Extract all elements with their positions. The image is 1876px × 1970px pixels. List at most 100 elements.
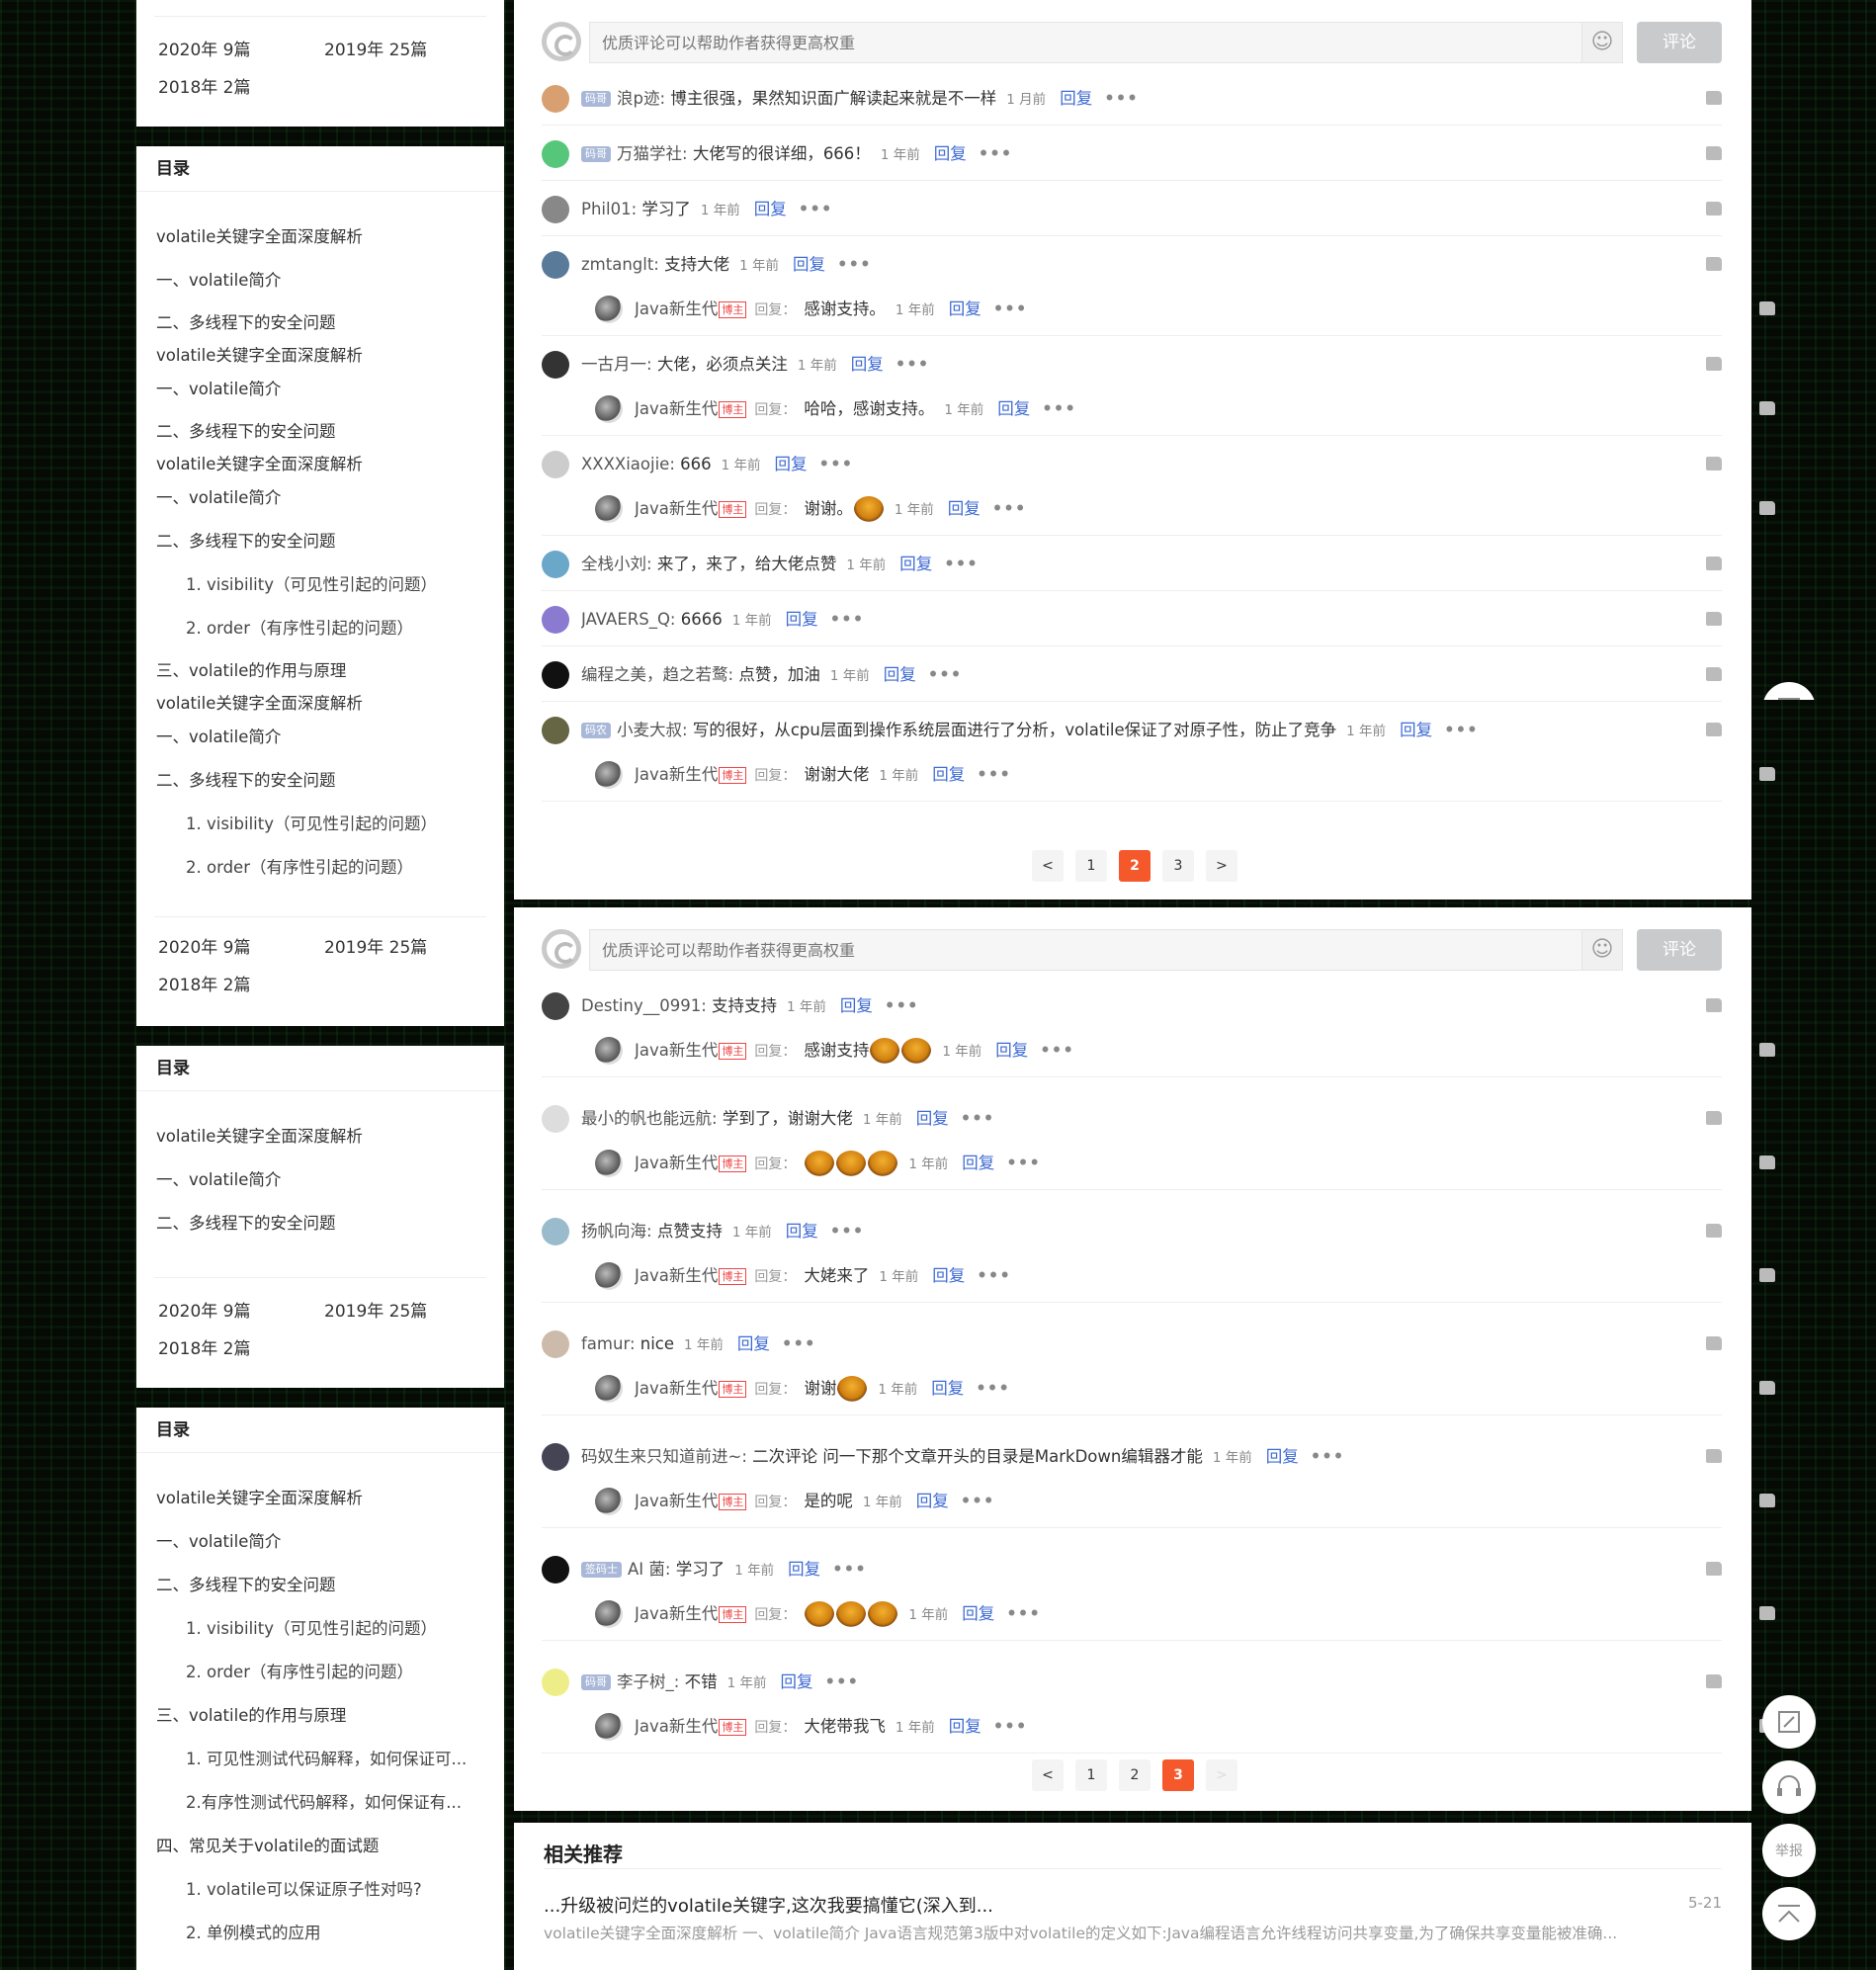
- like-icon[interactable]: [1759, 1156, 1775, 1169]
- commenter-name[interactable]: 扬帆向海:: [581, 1222, 652, 1241]
- author-avatar[interactable]: [595, 296, 623, 323]
- page-next-button[interactable]: >: [1206, 1759, 1237, 1791]
- commenter-avatar[interactable]: [542, 140, 569, 168]
- reply-link[interactable]: 回复: [916, 1109, 949, 1128]
- report-button[interactable]: 举报: [1762, 1824, 1816, 1877]
- like-icon[interactable]: [1759, 1043, 1775, 1057]
- reply-link[interactable]: 回复: [995, 1041, 1028, 1060]
- toc-item[interactable]: volatile关键字全面深度解析: [156, 692, 484, 716]
- author-avatar[interactable]: [595, 1375, 623, 1403]
- more-icon[interactable]: •••: [830, 1222, 865, 1241]
- toc-item[interactable]: 1. volatile可以保证原子性对吗?: [156, 1868, 484, 1912]
- commenter-name[interactable]: AI 菌:: [628, 1560, 670, 1579]
- more-icon[interactable]: •••: [961, 1492, 995, 1510]
- toc-item[interactable]: 2. 单例模式的应用: [156, 1912, 484, 1955]
- commenter-avatar[interactable]: [542, 1218, 569, 1245]
- reply-link[interactable]: 回复: [949, 300, 981, 318]
- archive-2019[interactable]: 2019年 25篇: [320, 929, 486, 967]
- related-item-title[interactable]: ...升级被问烂的volatile关键字,这次我要搞懂它(深入到...: [544, 1892, 993, 1918]
- commenter-avatar[interactable]: [542, 551, 569, 578]
- reply-link[interactable]: 回复: [1060, 89, 1092, 108]
- reply-link[interactable]: 回复: [997, 399, 1030, 418]
- author-name[interactable]: Java新生代: [635, 300, 718, 318]
- more-icon[interactable]: •••: [928, 665, 963, 684]
- reply-link[interactable]: 回复: [780, 1672, 812, 1691]
- commenter-avatar[interactable]: [542, 717, 569, 744]
- more-icon[interactable]: •••: [885, 996, 919, 1015]
- author-name[interactable]: Java新生代: [635, 1492, 718, 1510]
- reply-link[interactable]: 回复: [786, 1222, 818, 1241]
- reply-link[interactable]: 回复: [934, 144, 967, 163]
- toc-item[interactable]: 二、多线程下的安全问题: [156, 759, 484, 803]
- toc-item[interactable]: 2. order（有序性引起的问题）: [156, 607, 484, 650]
- toc-item[interactable]: volatile关键字全面深度解析: [156, 1477, 484, 1520]
- commenter-avatar[interactable]: [542, 1105, 569, 1133]
- reply-link[interactable]: 回复: [948, 499, 981, 518]
- author-name[interactable]: Java新生代: [635, 1717, 718, 1736]
- toc-item[interactable]: 一、volatile简介: [156, 1158, 484, 1202]
- archive-2018[interactable]: 2018年 2篇: [154, 1330, 320, 1368]
- page-2-button[interactable]: 2: [1119, 850, 1151, 882]
- toc-item[interactable]: 一、volatile简介: [156, 476, 484, 520]
- submit-comment-button[interactable]: 评论: [1637, 929, 1722, 971]
- reply-link[interactable]: 回复: [1266, 1447, 1299, 1466]
- commenter-name[interactable]: XXXXiaojie:: [581, 455, 675, 473]
- archive-2019[interactable]: 2019年 25篇: [320, 32, 486, 69]
- more-icon[interactable]: •••: [976, 1379, 1010, 1398]
- commenter-name[interactable]: JAVAERS_Q:: [581, 610, 676, 629]
- more-icon[interactable]: •••: [961, 1109, 995, 1128]
- like-icon[interactable]: [1759, 501, 1775, 515]
- commenter-name[interactable]: Phil01:: [581, 200, 637, 218]
- toc-item[interactable]: 二、多线程下的安全问题: [156, 411, 484, 453]
- more-icon[interactable]: •••: [1042, 399, 1076, 418]
- page-prev-button[interactable]: <: [1032, 850, 1064, 882]
- author-avatar[interactable]: [595, 1713, 623, 1741]
- more-icon[interactable]: •••: [824, 1672, 859, 1691]
- page-1-button[interactable]: 1: [1075, 1759, 1107, 1791]
- more-icon[interactable]: •••: [1006, 1154, 1041, 1172]
- archive-2020[interactable]: 2020年 9篇: [154, 1293, 320, 1330]
- commenter-name[interactable]: 码奴生来只知道前进~:: [581, 1447, 747, 1466]
- toc-item[interactable]: 2.有序性测试代码解释，如何保证有...: [156, 1781, 484, 1825]
- reply-link[interactable]: 回复: [932, 1266, 965, 1285]
- reply-link[interactable]: 回复: [962, 1154, 994, 1172]
- commenter-avatar[interactable]: [542, 992, 569, 1020]
- like-icon[interactable]: [1706, 1562, 1722, 1576]
- commenter-name[interactable]: zmtanglt:: [581, 255, 659, 274]
- more-icon[interactable]: •••: [830, 610, 865, 629]
- archive-2020[interactable]: 2020年 9篇: [154, 32, 320, 69]
- like-icon[interactable]: [1706, 1111, 1722, 1125]
- commenter-name[interactable]: 万猫学社:: [617, 144, 688, 163]
- author-avatar[interactable]: [595, 761, 623, 789]
- reply-link[interactable]: 回复: [899, 555, 932, 573]
- archive-2019[interactable]: 2019年 25篇: [320, 1293, 486, 1330]
- toc-item[interactable]: 1. visibility（可见性引起的问题）: [156, 563, 484, 607]
- commenter-avatar[interactable]: [542, 351, 569, 379]
- like-icon[interactable]: [1706, 1224, 1722, 1238]
- more-icon[interactable]: •••: [1444, 721, 1479, 739]
- more-icon[interactable]: •••: [837, 255, 872, 274]
- toc-item[interactable]: 一、volatile简介: [156, 716, 484, 759]
- more-icon[interactable]: •••: [944, 555, 979, 573]
- more-icon[interactable]: •••: [993, 300, 1028, 318]
- toc-item[interactable]: 1. visibility（可见性引起的问题）: [156, 1607, 484, 1651]
- author-name[interactable]: Java新生代: [635, 499, 718, 518]
- reply-link[interactable]: 回复: [932, 765, 965, 784]
- reply-link[interactable]: 回复: [793, 255, 825, 274]
- emoji-icon[interactable]: ☺: [1581, 22, 1623, 63]
- comment-input[interactable]: [589, 22, 1583, 63]
- more-icon[interactable]: •••: [1104, 89, 1139, 108]
- author-avatar[interactable]: [595, 1488, 623, 1515]
- commenter-avatar[interactable]: [542, 251, 569, 279]
- commenter-name[interactable]: famur:: [581, 1334, 636, 1353]
- like-icon[interactable]: [1706, 202, 1722, 215]
- page-3-button[interactable]: 3: [1162, 850, 1194, 882]
- comment-input[interactable]: [589, 929, 1583, 971]
- more-icon[interactable]: •••: [977, 765, 1011, 784]
- commenter-avatar[interactable]: [542, 1330, 569, 1358]
- like-icon[interactable]: [1759, 767, 1775, 781]
- author-name[interactable]: Java新生代: [635, 1266, 718, 1285]
- reply-link[interactable]: 回复: [851, 355, 884, 374]
- page-next-button[interactable]: >: [1206, 850, 1237, 882]
- commenter-avatar[interactable]: [542, 451, 569, 478]
